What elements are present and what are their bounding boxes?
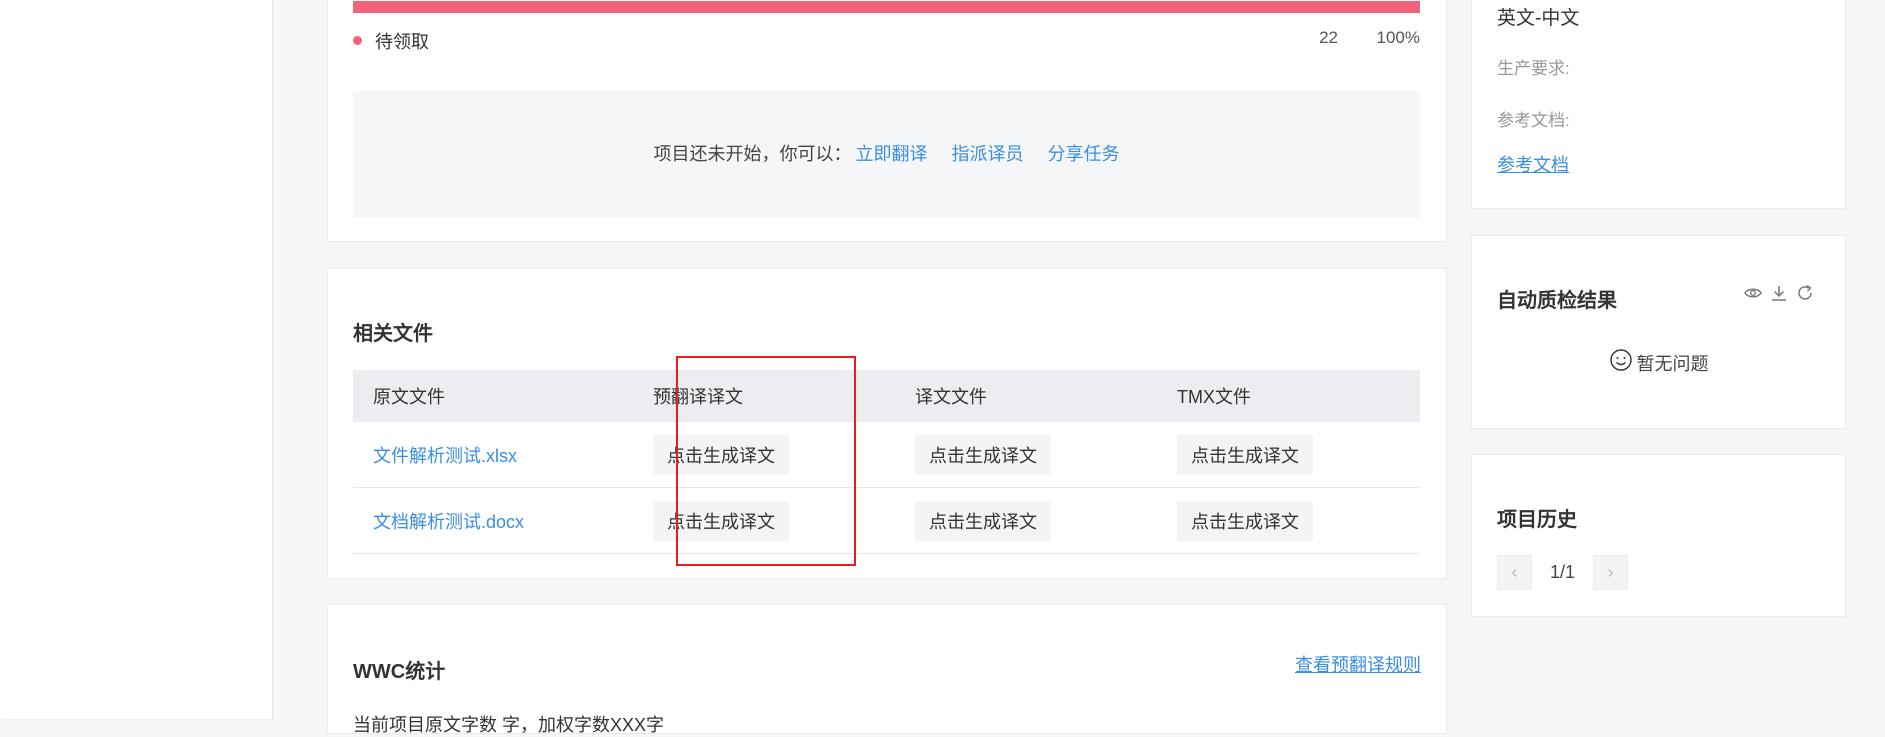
main-page: 待领取 22 100% 项目还未开始，你可以： 立即翻译 指派译员 分享任务 相关文件… (273, 0, 1885, 735)
not-started-notice: 项目还未开始，你可以： 立即翻译 指派译员 分享任务 (353, 91, 1420, 218)
language-pair: 英文-中文 (1497, 8, 1580, 29)
table-row: 文件解析测试.xlsx 点击生成译文 点击生成译文 点击生成译文 (353, 422, 1420, 488)
wwc-card: WWC统计 查看预翻译规则 当前项目原文字数 字，加权字数XXX字 (327, 604, 1447, 735)
generate-tmx-button[interactable]: 点击生成译文 (1177, 434, 1313, 475)
wwc-description: 当前项目原文字数 字，加权字数XXX字 (353, 715, 665, 735)
qa-empty-text: 暂无问题 (1636, 353, 1709, 374)
history-title: 项目历史 (1497, 509, 1577, 531)
history-pager: ‹ 1/1 › (1497, 555, 1629, 590)
prev-page-button[interactable]: ‹ (1497, 555, 1532, 590)
assign-translator-link[interactable]: 指派译员 (952, 144, 1024, 164)
progress-bar (353, 1, 1420, 13)
download-icon[interactable] (1769, 283, 1789, 308)
project-history-card: 项目历史 ‹ 1/1 › (1471, 454, 1846, 617)
qa-title: 自动质检结果 (1497, 290, 1617, 312)
table-row: 文档解析测试.docx 点击生成译文 点击生成译文 点击生成译文 (353, 488, 1420, 554)
table-header: 原文文件 预翻译译文 译文文件 TMX文件 (353, 370, 1420, 422)
share-task-link[interactable]: 分享任务 (1048, 144, 1120, 164)
header-source-file: 原文文件 (373, 387, 445, 407)
header-tmx-file: TMX文件 (1177, 387, 1251, 407)
translate-now-link[interactable]: 立即翻译 (856, 144, 928, 164)
chevron-left-icon: ‹ (1511, 562, 1518, 582)
eye-icon[interactable] (1743, 283, 1763, 308)
chevron-right-icon: › (1607, 562, 1614, 582)
files-table: 原文文件 预翻译译文 译文文件 TMX文件 文件解析测试.xlsx 点击生成译文… (353, 370, 1420, 554)
status-label: 待领取 (375, 32, 429, 52)
header-translation-file: 译文文件 (915, 387, 987, 407)
source-file-link[interactable]: 文件解析测试.xlsx (373, 442, 517, 468)
qa-actions (1743, 283, 1815, 308)
related-files-card: 相关文件 原文文件 预翻译译文 译文文件 TMX文件 文件解析测试.xlsx 点… (327, 268, 1447, 579)
generate-pretranslation-button[interactable]: 点击生成译文 (653, 500, 789, 541)
reference-label: 参考文档: (1497, 111, 1570, 130)
progress-card: 待领取 22 100% 项目还未开始，你可以： 立即翻译 指派译员 分享任务 (327, 0, 1447, 242)
project-info-card: 英文-中文 生产要求: 参考文档: 参考文档 (1471, 0, 1846, 209)
auto-qa-card: 自动质检结果 暂无问题 (1471, 235, 1846, 429)
generate-tmx-button[interactable]: 点击生成译文 (1177, 500, 1313, 541)
requirement-label: 生产要求: (1497, 59, 1570, 78)
files-title: 相关文件 (353, 323, 433, 345)
status-percent: 100% (1376, 28, 1420, 47)
generate-translation-button[interactable]: 点击生成译文 (915, 434, 1051, 475)
reference-doc-link[interactable]: 参考文档 (1497, 151, 1569, 177)
generate-translation-button[interactable]: 点击生成译文 (915, 500, 1051, 541)
notice-text: 项目还未开始，你可以： (653, 144, 852, 164)
source-file-link[interactable]: 文档解析测试.docx (373, 508, 524, 534)
status-count: 22 (1319, 28, 1338, 47)
smile-icon (1609, 348, 1633, 377)
qa-empty-state: 暂无问题 (1472, 348, 1845, 377)
view-pretranslation-rules-link[interactable]: 查看预翻译规则 (1295, 651, 1421, 677)
wwc-title: WWC统计 (353, 661, 446, 683)
generate-pretranslation-button[interactable]: 点击生成译文 (653, 434, 789, 475)
next-page-button[interactable]: › (1593, 555, 1629, 590)
status-dot (353, 36, 362, 45)
page-indicator: 1/1 (1550, 562, 1576, 582)
header-pretranslation: 预翻译译文 (653, 387, 743, 407)
status-row: 待领取 22 100% (353, 28, 1420, 52)
left-sidebar (0, 0, 273, 719)
refresh-icon[interactable] (1795, 283, 1815, 308)
